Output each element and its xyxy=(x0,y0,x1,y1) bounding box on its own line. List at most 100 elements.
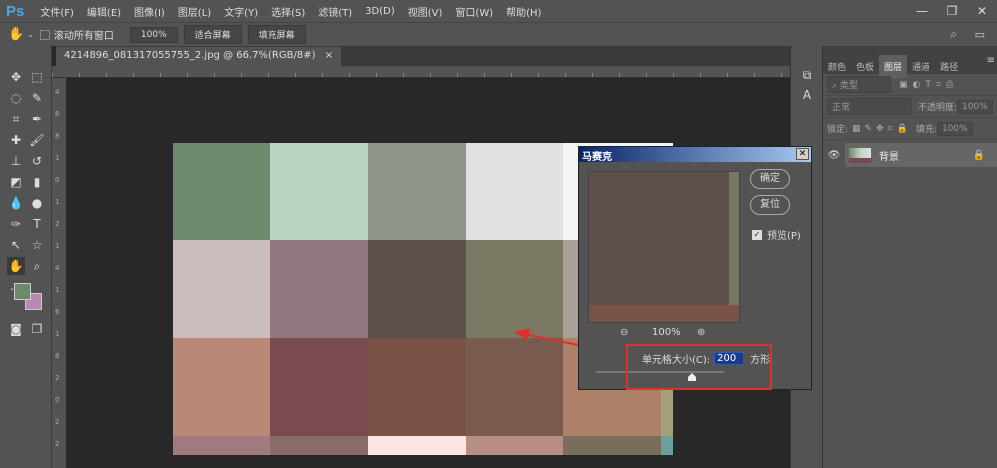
menu-type[interactable]: 文字(Y) xyxy=(224,4,258,19)
menu-file[interactable]: 文件(F) xyxy=(40,4,74,19)
dodge-tool-icon[interactable]: ● xyxy=(28,194,46,212)
mosaic-tile xyxy=(270,240,368,338)
dialog-title: 马赛克 xyxy=(579,147,811,163)
hand-tool-icon[interactable]: ✋ xyxy=(8,27,24,42)
tools-panel: ✥ ⬚ ◌ ✎ ⌗ ✒ ✚ 🖌 ⊥ ↺ ◩ ▮ 💧 ● ✑ T ↖ ☆ ✋ ⌕ … xyxy=(0,46,52,468)
layer-row-background[interactable]: 背景 🔒 xyxy=(845,143,997,167)
zoom-in-icon[interactable]: ⊕ xyxy=(697,327,705,338)
menu-select[interactable]: 选择(S) xyxy=(271,4,305,19)
scroll-all-checkbox[interactable] xyxy=(39,29,50,40)
lock-icons[interactable]: ▦✎✥⌗🔒 xyxy=(852,124,912,134)
menu-help[interactable]: 帮助(H) xyxy=(506,4,541,19)
tab-channels[interactable]: 通道 xyxy=(907,55,935,78)
document-title: 4214896_081317055755_2.jpg @ 66.7%(RGB/8… xyxy=(64,50,316,61)
gradient-tool-icon[interactable]: ▮ xyxy=(28,173,46,191)
history-brush-icon[interactable]: ↺ xyxy=(28,152,46,170)
properties-icon[interactable]: ⧉ xyxy=(798,66,816,84)
quick-mask-icon[interactable]: ◙ xyxy=(7,320,25,338)
layer-filter-select[interactable]: ⌕ 类型 xyxy=(827,76,891,93)
zoom-out-icon[interactable]: ⊖ xyxy=(620,327,628,338)
shape-tool-icon[interactable]: ☆ xyxy=(28,236,46,254)
menu-3d[interactable]: 3D(D) xyxy=(365,6,395,17)
pen-tool-icon[interactable]: ✑ xyxy=(7,215,25,233)
foreground-color-swatch[interactable] xyxy=(14,283,31,300)
ruler-label: 0 xyxy=(55,396,60,404)
mosaic-tile xyxy=(368,240,466,338)
blend-mode-select[interactable]: 正常 xyxy=(827,98,912,115)
blur-tool-icon[interactable]: 💧 xyxy=(7,194,25,212)
menu-bar: Ps 文件(F) 编辑(E) 图像(I) 图层(L) 文字(Y) 选择(S) 滤… xyxy=(0,0,997,22)
path-select-icon[interactable]: ↖ xyxy=(7,236,25,254)
ruler-label: 8 xyxy=(55,352,60,360)
menu-window[interactable]: 窗口(W) xyxy=(455,4,493,19)
eyedropper-icon[interactable]: ✒ xyxy=(28,110,46,128)
scroll-all-label: 滚动所有窗口 xyxy=(53,31,114,42)
mosaic-tile xyxy=(563,436,661,455)
mosaic-tile xyxy=(270,143,368,240)
close-tab-icon[interactable]: × xyxy=(325,50,333,61)
ruler-label: 4 xyxy=(55,264,60,272)
stamp-tool-icon[interactable]: ⊥ xyxy=(7,152,25,170)
ruler-label: 2 xyxy=(55,220,60,228)
menu-edit[interactable]: 编辑(E) xyxy=(87,4,121,19)
filter-icons[interactable]: ▣◐T⌗⎙ xyxy=(899,80,958,90)
visibility-eye-icon[interactable]: 👁 xyxy=(823,150,845,161)
character-icon[interactable]: A xyxy=(798,86,816,104)
panel-menu-icon[interactable]: ≡ xyxy=(987,55,995,66)
photoshop-logo: Ps xyxy=(6,2,25,20)
crop-tool-icon[interactable]: ⌗ xyxy=(7,110,25,128)
layer-name: 背景 xyxy=(879,151,899,163)
ruler-label: 6 xyxy=(55,110,60,118)
tab-paths[interactable]: 路径 xyxy=(935,55,963,78)
lasso-tool-icon[interactable]: ◌ xyxy=(7,89,25,107)
mosaic-tile xyxy=(270,338,368,436)
brush-tool-icon[interactable]: 🖌 xyxy=(28,131,46,149)
opacity-input[interactable]: 100% xyxy=(957,99,993,114)
mosaic-tile xyxy=(466,338,563,436)
filter-value: 类型 xyxy=(839,81,858,91)
document-tab[interactable]: 4214896_081317055755_2.jpg @ 66.7%(RGB/8… xyxy=(56,47,342,66)
eraser-tool-icon[interactable]: ◩ xyxy=(7,173,25,191)
filter-preview[interactable] xyxy=(588,171,740,323)
fill-label: 填充: xyxy=(915,125,937,135)
maximize-button[interactable]: ❐ xyxy=(937,4,967,18)
dialog-close-button[interactable]: ✕ xyxy=(796,148,809,160)
ruler-label: 1 xyxy=(55,154,60,162)
ok-button[interactable]: 确定 xyxy=(750,169,790,189)
mosaic-tile xyxy=(173,338,270,436)
menu-image[interactable]: 图像(I) xyxy=(134,4,165,19)
workspace-icon[interactable]: ▭ xyxy=(975,28,985,41)
menu-filter[interactable]: 滤镜(T) xyxy=(318,4,352,19)
move-tool-icon[interactable]: ✥ xyxy=(7,68,25,86)
ruler-label: 1 xyxy=(55,286,60,294)
fit-screen-button[interactable]: 适合屏幕 xyxy=(183,25,242,44)
tab-layers[interactable]: 图层 xyxy=(879,55,908,78)
window-controls: — ❐ ✕ xyxy=(907,0,997,22)
vertical-ruler: 46810121416182022 xyxy=(52,78,66,468)
healing-brush-icon[interactable]: ✚ xyxy=(7,131,25,149)
tab-color[interactable]: 颜色 xyxy=(823,55,851,78)
chevron-down-icon[interactable]: ⌄ xyxy=(27,30,34,39)
screen-mode-icon[interactable]: ❐ xyxy=(28,320,46,338)
minimize-button[interactable]: — xyxy=(907,4,937,18)
close-button[interactable]: ✕ xyxy=(967,4,997,18)
zoom-tool-icon[interactable]: ⌕ xyxy=(28,257,46,275)
opacity-label: 不透明度: xyxy=(918,103,958,113)
fill-screen-button[interactable]: 填充屏幕 xyxy=(247,25,306,44)
search-icon[interactable]: ⌕ xyxy=(950,27,957,42)
lock-icon: 🔒 xyxy=(972,149,985,161)
mosaic-tile xyxy=(466,436,563,455)
marquee-tool-icon[interactable]: ⬚ xyxy=(28,68,46,86)
hand-tool-icon[interactable]: ✋ xyxy=(7,257,25,275)
mosaic-tile xyxy=(368,436,466,455)
fill-input[interactable]: 100% xyxy=(936,121,973,136)
preview-label: 预览(P) xyxy=(767,231,801,242)
type-tool-icon[interactable]: T xyxy=(28,215,46,233)
quick-select-icon[interactable]: ✎ xyxy=(28,89,46,107)
zoom-100-button[interactable]: 100% xyxy=(129,26,178,43)
preview-checkbox[interactable]: ✓ xyxy=(752,229,762,240)
reset-button[interactable]: 复位 xyxy=(750,195,790,215)
tab-swatches[interactable]: 色板 xyxy=(851,55,879,78)
menu-view[interactable]: 视图(V) xyxy=(408,4,443,19)
menu-layer[interactable]: 图层(L) xyxy=(178,4,211,19)
